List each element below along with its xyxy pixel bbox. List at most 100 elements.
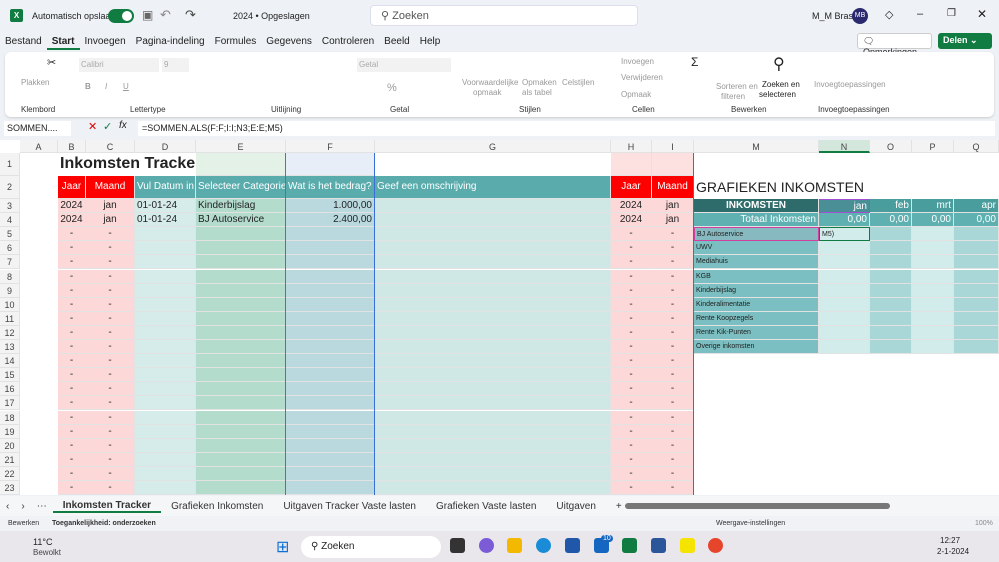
value-cell[interactable] xyxy=(870,297,912,312)
data-cell[interactable] xyxy=(286,466,375,481)
data-cell[interactable]: - xyxy=(611,481,652,495)
delete-cells-button[interactable]: Verwijderen xyxy=(621,73,663,82)
income-header[interactable]: INKOMSTEN xyxy=(694,199,819,214)
data-cell[interactable] xyxy=(196,283,286,298)
column-header[interactable]: P xyxy=(912,140,954,153)
data-cell[interactable] xyxy=(196,241,286,256)
data-cell[interactable]: 1.000,00 xyxy=(286,199,375,214)
menu-bestand[interactable]: Bestand xyxy=(0,34,47,50)
value-cell[interactable] xyxy=(912,311,954,326)
data-cell[interactable] xyxy=(135,311,196,326)
value-cell[interactable]: M5) xyxy=(819,227,870,242)
data-cell[interactable]: - xyxy=(58,396,86,411)
minimize-icon[interactable]: – xyxy=(917,8,923,20)
data-cell[interactable] xyxy=(196,354,286,369)
month-header[interactable]: feb xyxy=(870,199,912,214)
row-header[interactable]: 16 xyxy=(0,382,20,397)
row-header[interactable]: 9 xyxy=(0,283,20,298)
row-header[interactable]: 21 xyxy=(0,452,20,467)
data-cell[interactable]: - xyxy=(86,466,135,481)
data-cell[interactable] xyxy=(135,241,196,256)
data-cell[interactable]: - xyxy=(611,396,652,411)
data-cell[interactable]: - xyxy=(86,297,135,312)
data-cell[interactable]: - xyxy=(652,382,694,397)
data-cell[interactable] xyxy=(135,424,196,439)
teams-icon[interactable] xyxy=(479,538,494,553)
data-cell[interactable]: - xyxy=(652,438,694,453)
total-cell[interactable]: 0,00 xyxy=(954,213,999,228)
data-cell[interactable]: - xyxy=(652,354,694,369)
paste-button[interactable]: Plakken xyxy=(21,78,49,87)
data-cell[interactable] xyxy=(286,438,375,453)
excel-taskbar-icon[interactable] xyxy=(622,538,637,553)
data-cell[interactable] xyxy=(135,227,196,242)
value-cell[interactable] xyxy=(912,283,954,298)
column-header[interactable]: I xyxy=(652,140,694,153)
data-cell[interactable]: - xyxy=(611,227,652,242)
spreadsheet-grid[interactable]: 1 2 3 4 5 6 7 8 9 10 11 12 13 14 15 16 17 18 19 20 21 22 23 A B C… xyxy=(0,140,999,495)
data-cell[interactable]: 2024 xyxy=(611,213,652,228)
data-cell[interactable] xyxy=(375,325,611,340)
category-label[interactable]: Rente Koopzegels xyxy=(694,311,819,326)
data-cell[interactable]: - xyxy=(86,382,135,397)
tab-prev-icon[interactable]: ‹ xyxy=(0,501,15,512)
data-cell[interactable] xyxy=(375,396,611,411)
format-as-table-button[interactable]: Opmaken xyxy=(522,78,557,87)
column-header[interactable]: H xyxy=(611,140,652,153)
display-settings-button[interactable]: Weergave-instellingen xyxy=(716,520,785,527)
data-cell[interactable] xyxy=(375,340,611,355)
data-cell[interactable] xyxy=(196,311,286,326)
cut-icon[interactable]: ✂ xyxy=(47,56,56,69)
data-cell[interactable]: - xyxy=(652,283,694,298)
addins-button[interactable]: Invoegtoepassingen xyxy=(814,80,886,89)
data-cell[interactable]: 2024 xyxy=(58,213,86,228)
data-cell[interactable]: - xyxy=(611,424,652,439)
column-title[interactable]: Maand xyxy=(652,176,694,199)
data-cell[interactable] xyxy=(286,340,375,355)
value-cell[interactable] xyxy=(819,297,870,312)
data-cell[interactable] xyxy=(375,241,611,256)
data-cell[interactable] xyxy=(196,410,286,425)
data-cell[interactable] xyxy=(286,354,375,369)
data-cell[interactable] xyxy=(375,269,611,284)
value-cell[interactable] xyxy=(912,227,954,242)
data-cell[interactable]: - xyxy=(652,241,694,256)
data-cell[interactable]: - xyxy=(86,269,135,284)
value-cell[interactable] xyxy=(870,255,912,270)
data-cell[interactable]: - xyxy=(58,255,86,270)
value-cell[interactable] xyxy=(954,255,999,270)
total-cell[interactable]: 0,00 xyxy=(912,213,954,228)
data-cell[interactable] xyxy=(135,354,196,369)
sheet-tab[interactable]: Grafieken Inkomsten xyxy=(161,501,273,512)
format-cells-button[interactable]: Opmaak xyxy=(621,90,651,99)
font-size-select[interactable]: 9 xyxy=(162,58,189,72)
value-cell[interactable] xyxy=(954,269,999,284)
data-cell[interactable] xyxy=(135,283,196,298)
underline-button[interactable]: U xyxy=(123,82,129,91)
value-cell[interactable] xyxy=(870,325,912,340)
data-cell[interactable] xyxy=(135,340,196,355)
row-header[interactable]: 1 xyxy=(0,153,20,176)
category-label[interactable]: BJ Autoservice xyxy=(694,227,819,242)
data-cell[interactable] xyxy=(286,269,375,284)
data-cell[interactable]: - xyxy=(58,227,86,242)
formula-input[interactable]: =SOMMEN.ALS(F:F;I:I;N3;E:E;M5) xyxy=(138,121,995,136)
search-input[interactable]: ⚲ Zoeken xyxy=(370,5,638,26)
data-cell[interactable] xyxy=(286,452,375,467)
data-cell[interactable]: - xyxy=(86,452,135,467)
column-header[interactable]: C xyxy=(86,140,135,153)
find-select-button[interactable]: Zoeken en xyxy=(762,80,800,89)
data-cell[interactable] xyxy=(135,297,196,312)
data-cell[interactable]: 2024 xyxy=(611,199,652,214)
data-cell[interactable]: - xyxy=(58,340,86,355)
data-cell[interactable]: - xyxy=(86,241,135,256)
data-cell[interactable]: - xyxy=(58,382,86,397)
row-header[interactable]: 8 xyxy=(0,269,20,284)
sort-filter-button[interactable]: Sorteren en xyxy=(716,82,758,91)
data-cell[interactable]: - xyxy=(652,325,694,340)
data-cell[interactable]: - xyxy=(611,410,652,425)
data-cell[interactable]: Kinderbijslag xyxy=(196,199,286,214)
category-label[interactable]: KGB xyxy=(694,269,819,284)
data-cell[interactable] xyxy=(196,227,286,242)
row-header[interactable]: 2 xyxy=(0,176,20,199)
